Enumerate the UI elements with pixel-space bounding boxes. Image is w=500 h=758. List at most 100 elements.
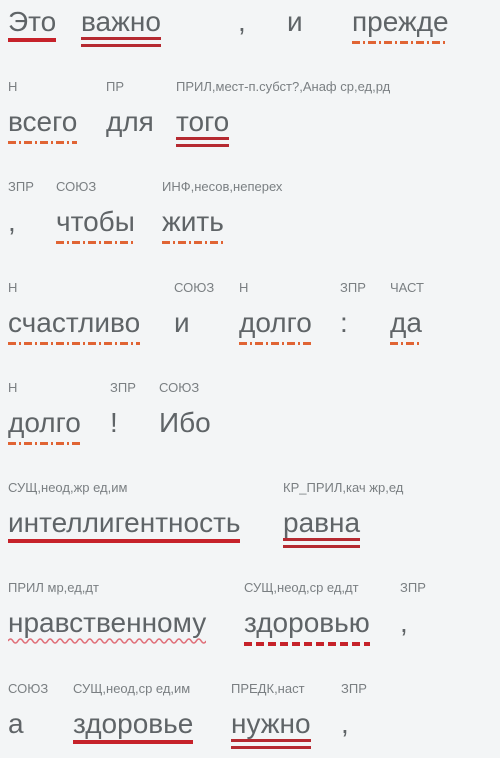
word[interactable]: чтобы — [56, 206, 135, 244]
adverbial-underline — [239, 342, 312, 345]
pos-tag: КР_ПРИЛ,кач жр,ед — [283, 480, 404, 495]
word-text: , — [400, 607, 408, 638]
word[interactable]: долго — [239, 307, 312, 345]
word-text: а — [8, 708, 24, 739]
word[interactable]: , — [8, 208, 16, 236]
adverbial-underline — [56, 241, 135, 244]
predicate-underline — [81, 37, 161, 40]
adverbial-underline — [8, 442, 81, 445]
word-text: всего — [8, 106, 78, 137]
word[interactable]: да — [390, 307, 422, 345]
pos-tag: Н — [8, 79, 18, 94]
word-text: счастливо — [8, 307, 141, 338]
pos-tag: ЗПР — [400, 580, 426, 595]
word-text: нравственному — [8, 607, 207, 638]
word[interactable]: , — [238, 8, 246, 36]
word-text: Ибо — [159, 407, 211, 438]
pos-tag: СОЮЗ — [159, 380, 200, 395]
attribute-underline — [8, 637, 207, 645]
word-text: жить — [162, 206, 224, 237]
word-text: важно — [81, 6, 161, 37]
word-text: долго — [8, 407, 81, 438]
word-text: и — [174, 307, 190, 338]
word[interactable]: и — [287, 8, 303, 36]
word[interactable]: а — [8, 710, 24, 738]
wavy-line-icon — [8, 638, 207, 644]
pos-tag: Н — [8, 380, 18, 395]
word[interactable]: жить — [162, 206, 224, 244]
word[interactable]: , — [341, 710, 349, 738]
pos-tag: СОЮЗ — [56, 179, 97, 194]
adverbial-underline — [162, 241, 224, 244]
word[interactable]: , — [400, 609, 408, 637]
pos-tag: Н — [8, 280, 18, 295]
pos-tag: ЗПР — [8, 179, 34, 194]
pos-tag: Н — [239, 280, 249, 295]
subject-underline — [8, 38, 57, 42]
pos-tag: ПРИЛ мр,ед,дт — [8, 580, 99, 595]
word-text: Это — [8, 6, 57, 37]
predicate-underline — [176, 137, 230, 140]
pos-tag: ИНФ,несов,неперех — [162, 179, 283, 194]
pos-tag: СОЮЗ — [174, 280, 215, 295]
adverbial-underline — [352, 41, 446, 44]
word[interactable]: того — [176, 106, 230, 147]
word[interactable]: : — [340, 309, 348, 337]
predicate-underline — [231, 746, 311, 749]
word-text: да — [390, 307, 422, 338]
word[interactable]: прежде — [352, 8, 449, 44]
word-text: интеллигентность — [8, 507, 241, 538]
predicate-underline — [81, 44, 161, 47]
word-text: того — [176, 106, 230, 137]
word[interactable]: здоровье — [73, 708, 194, 744]
pos-tag: ЗПР — [340, 280, 366, 295]
word-text: здоровье — [73, 708, 194, 739]
subject-underline — [8, 539, 241, 543]
word[interactable]: всего — [8, 106, 78, 144]
pos-tag: ПРЕДК,наст — [231, 681, 305, 696]
word[interactable]: здоровью — [244, 607, 370, 646]
pos-tag: СОЮЗ — [8, 681, 49, 696]
subject-underline — [73, 740, 194, 744]
predicate-underline — [176, 144, 230, 147]
predicate-underline — [283, 545, 361, 548]
word[interactable]: и — [174, 309, 190, 337]
pos-tag: СУЩ,неод,ср ед,им — [73, 681, 191, 696]
word-text: чтобы — [56, 206, 135, 237]
word-text: : — [340, 307, 348, 338]
adverbial-underline — [8, 342, 141, 345]
pos-tag: ЗПР — [341, 681, 367, 696]
word[interactable]: равна — [283, 507, 361, 548]
word-text: , — [238, 6, 246, 37]
predicate-underline — [231, 739, 311, 742]
pos-tag: ЗПР — [110, 380, 136, 395]
word-text: здоровью — [244, 607, 370, 638]
word-text: ! — [110, 407, 118, 438]
predicate-underline — [283, 538, 361, 541]
pos-tag: ЧАСТ — [390, 280, 424, 295]
word-text: для — [106, 106, 154, 137]
word-text: нужно — [231, 708, 311, 739]
word-text: равна — [283, 507, 361, 538]
word[interactable]: для — [106, 108, 154, 136]
pos-tag: СУЩ,неод,ср ед,дт — [244, 580, 359, 595]
word[interactable]: важно — [81, 6, 161, 47]
adverbial-underline — [390, 342, 422, 345]
word-text: , — [8, 206, 16, 237]
word[interactable]: долго — [8, 407, 81, 445]
word-text: , — [341, 708, 349, 739]
word[interactable]: счастливо — [8, 307, 141, 345]
word[interactable]: ! — [110, 409, 118, 437]
word[interactable]: нравственному — [8, 607, 207, 644]
object-underline — [244, 642, 370, 646]
word[interactable]: интеллигентность — [8, 507, 241, 543]
adverbial-underline — [8, 141, 78, 144]
pos-tag: ПР — [106, 79, 125, 94]
word[interactable]: нужно — [231, 708, 311, 749]
word-text: долго — [239, 307, 312, 338]
pos-tag: СУЩ,неод,жр ед,им — [8, 480, 128, 495]
word-text: и — [287, 6, 303, 37]
word[interactable]: Это — [8, 6, 57, 42]
pos-tag: ПРИЛ,мест-п.субст?,Анаф ср,ед,рд — [176, 79, 391, 94]
word[interactable]: Ибо — [159, 409, 211, 437]
